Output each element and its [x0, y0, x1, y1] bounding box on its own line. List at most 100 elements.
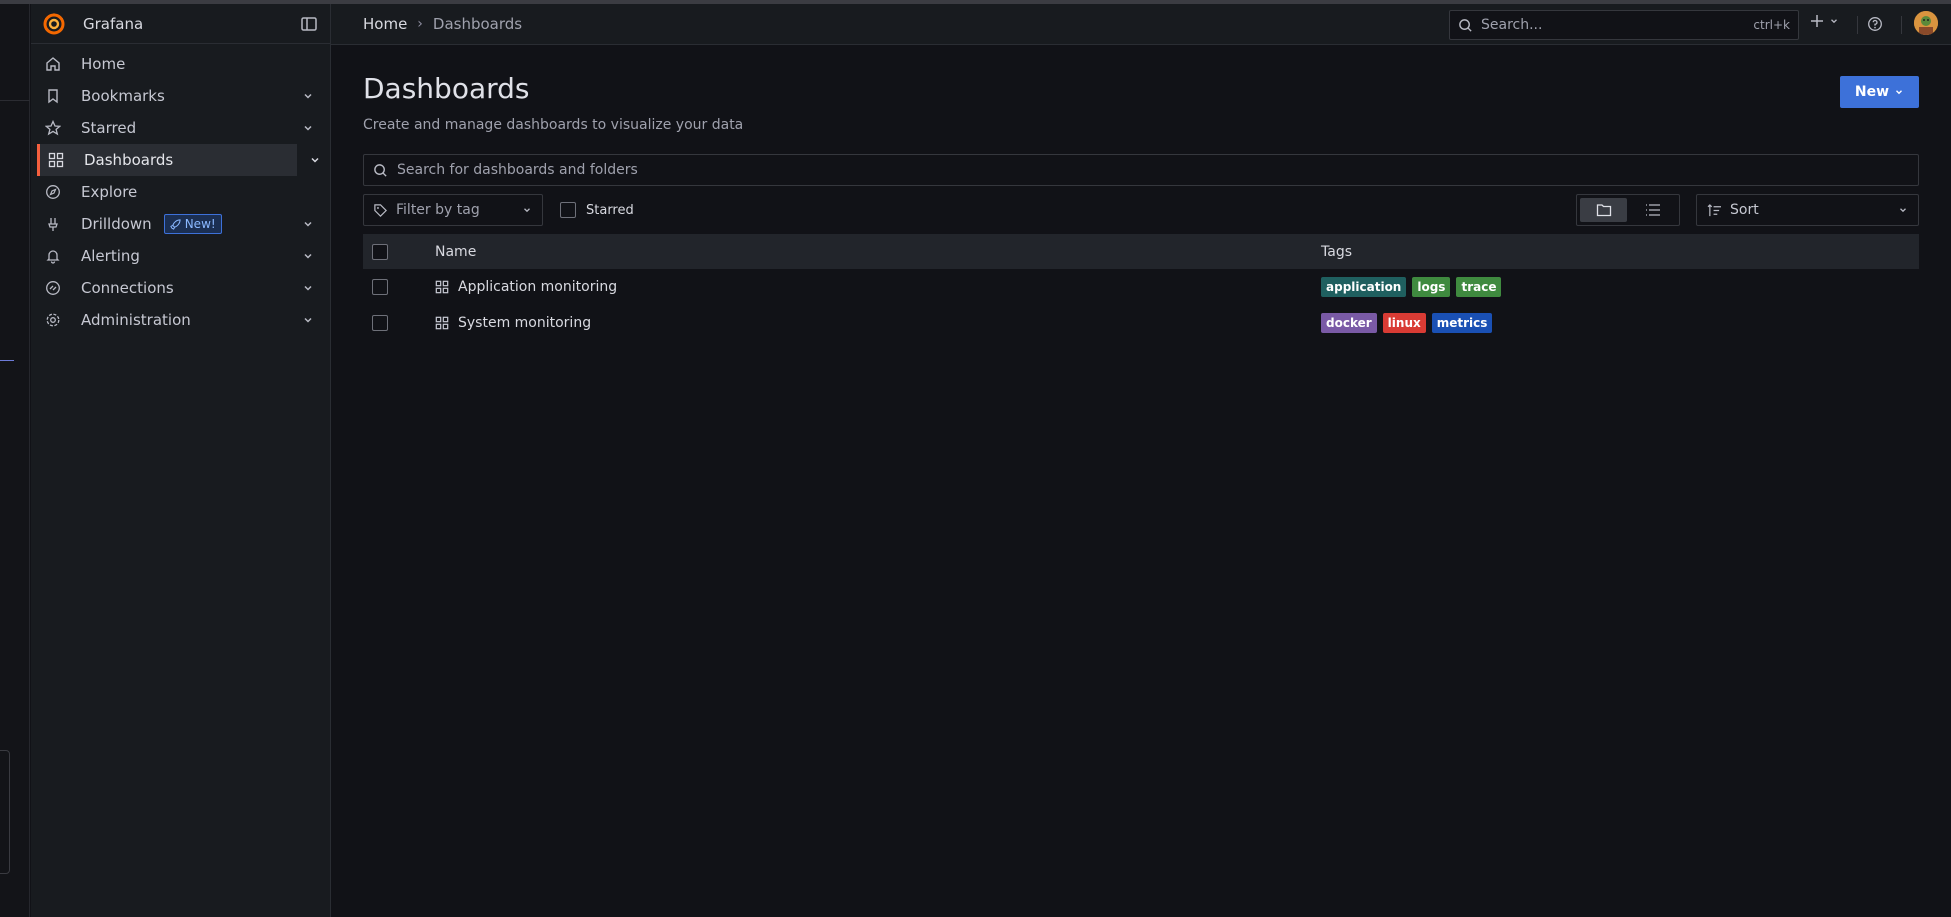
new-button-label: New [1854, 84, 1890, 100]
plus-icon [1811, 15, 1823, 27]
sidebar-item-dashboards[interactable]: Dashboards [37, 144, 319, 176]
name-column-header: Name [435, 243, 477, 260]
page-title: Dashboards [363, 72, 530, 105]
tag[interactable]: metrics [1431, 313, 1493, 333]
list-icon [1645, 204, 1660, 216]
chevron-down-icon[interactable] [302, 122, 314, 134]
folder-view-button[interactable] [1580, 198, 1627, 222]
global-search-input[interactable]: Search... ctrl+k [1449, 10, 1799, 40]
sidebar-item-administration[interactable]: Administration [31, 304, 330, 336]
chevron-down-icon[interactable] [302, 90, 314, 102]
avatar[interactable] [1914, 11, 1938, 35]
row-checkbox[interactable] [372, 315, 388, 331]
chevron-down-icon [1831, 19, 1837, 24]
sidebar: Grafana Home Bookmarks Starred Dashboard… [31, 4, 331, 917]
folder-icon [1596, 204, 1611, 217]
tags-column-header: Tags [1321, 243, 1352, 260]
breadcrumb-separator: › [417, 16, 423, 32]
tag[interactable]: trace [1456, 277, 1502, 297]
view-toggle [1576, 194, 1680, 226]
chevron-down-icon[interactable] [302, 282, 314, 294]
tag[interactable]: linux [1382, 313, 1426, 333]
sidebar-item-drilldown[interactable]: Drilldown New! [31, 208, 330, 240]
table-row[interactable]: System monitoring docker linux metrics [363, 305, 1919, 341]
starred-filter[interactable]: Starred [560, 202, 634, 218]
grafana-logo-icon[interactable] [42, 12, 66, 36]
new-button[interactable]: New [1840, 76, 1919, 108]
app-name: Grafana [83, 14, 144, 33]
compass-icon [45, 184, 61, 200]
dashboards-table: Name Tags Application monitoring applica… [363, 234, 1919, 341]
dashboard-link[interactable]: System monitoring [458, 315, 591, 331]
sidebar-item-starred[interactable]: Starred [31, 112, 330, 144]
search-shortcut: ctrl+k [1753, 18, 1790, 32]
chevron-down-icon[interactable] [302, 218, 314, 230]
select-all-checkbox[interactable] [372, 243, 388, 260]
search-icon [374, 163, 387, 177]
nav-menu: Home Bookmarks Starred Dashboards Explor… [31, 44, 330, 336]
chevron-down-icon[interactable] [302, 314, 314, 326]
sidebar-item-label: Starred [81, 119, 137, 137]
tag-filter-placeholder: Filter by tag [396, 202, 480, 218]
new-badge: New! [163, 214, 222, 234]
search-icon [1459, 18, 1472, 32]
tag-list: docker linux metrics [1321, 313, 1493, 333]
dashboard-search-input[interactable]: Search for dashboards and folders [363, 154, 1919, 186]
table-header: Name Tags [363, 234, 1919, 269]
apps-icon [435, 280, 449, 294]
tag[interactable]: docker [1321, 313, 1377, 333]
gear-icon [45, 312, 61, 328]
sort-icon [1707, 203, 1721, 216]
starred-checkbox[interactable] [560, 202, 576, 218]
sidebar-item-alerting[interactable]: Alerting [31, 240, 330, 272]
sidebar-item-connections[interactable]: Connections [31, 272, 330, 304]
list-view-button[interactable] [1629, 198, 1676, 222]
bell-icon [45, 248, 61, 264]
sidebar-item-home[interactable]: Home [31, 48, 330, 80]
tag[interactable]: logs [1412, 277, 1451, 297]
sidebar-item-label: Alerting [81, 247, 140, 265]
global-search-placeholder: Search... [1481, 17, 1543, 33]
sidebar-item-label: Bookmarks [81, 87, 165, 105]
chevron-down-icon [524, 208, 530, 213]
sort-select[interactable]: Sort [1696, 194, 1919, 226]
breadcrumb-home[interactable]: Home [363, 15, 407, 33]
add-new-button[interactable] [1809, 13, 1839, 29]
dashboard-link[interactable]: Application monitoring [458, 279, 617, 295]
tag-filter-select[interactable]: Filter by tag [363, 194, 543, 226]
dashboard-search-placeholder: Search for dashboards and folders [397, 162, 638, 178]
star-icon [45, 120, 61, 136]
tag-icon [374, 203, 387, 217]
home-icon [45, 56, 61, 72]
sidebar-item-label: Drilldown [81, 215, 152, 233]
chevron-down-icon[interactable] [302, 250, 314, 262]
sidebar-item-label: Connections [81, 279, 174, 297]
chevron-down-icon [1896, 90, 1903, 95]
apps-icon [435, 316, 449, 330]
page-subtitle: Create and manage dashboards to visualiz… [363, 117, 744, 133]
sidebar-item-label: Home [81, 55, 126, 73]
sidebar-item-bookmarks[interactable]: Bookmarks [31, 80, 330, 112]
breadcrumb: Home › Dashboards [363, 15, 522, 33]
connections-icon [45, 280, 61, 296]
chevron-down-icon [1900, 208, 1906, 213]
rocket-icon [169, 218, 181, 230]
new-badge-label: New! [184, 217, 216, 231]
background-window-strip [0, 4, 30, 917]
top-bar: Home › Dashboards Search... ctrl+k [331, 4, 1951, 45]
drilldown-icon [45, 216, 61, 232]
chevron-down-icon[interactable] [309, 154, 321, 166]
sort-label: Sort [1730, 202, 1759, 218]
sidebar-item-explore[interactable]: Explore [31, 176, 330, 208]
row-checkbox[interactable] [372, 279, 388, 295]
breadcrumb-current: Dashboards [432, 15, 523, 33]
tag-list: application logs trace [1321, 277, 1502, 297]
table-row[interactable]: Application monitoring application logs … [363, 269, 1919, 305]
dock-menu-icon[interactable] [300, 15, 318, 33]
sidebar-item-label: Dashboards [84, 151, 174, 169]
bookmark-icon [45, 88, 61, 104]
sidebar-item-label: Explore [81, 183, 138, 201]
starred-label: Starred [586, 202, 634, 218]
tag[interactable]: application [1321, 277, 1407, 297]
help-icon[interactable] [1867, 16, 1883, 32]
